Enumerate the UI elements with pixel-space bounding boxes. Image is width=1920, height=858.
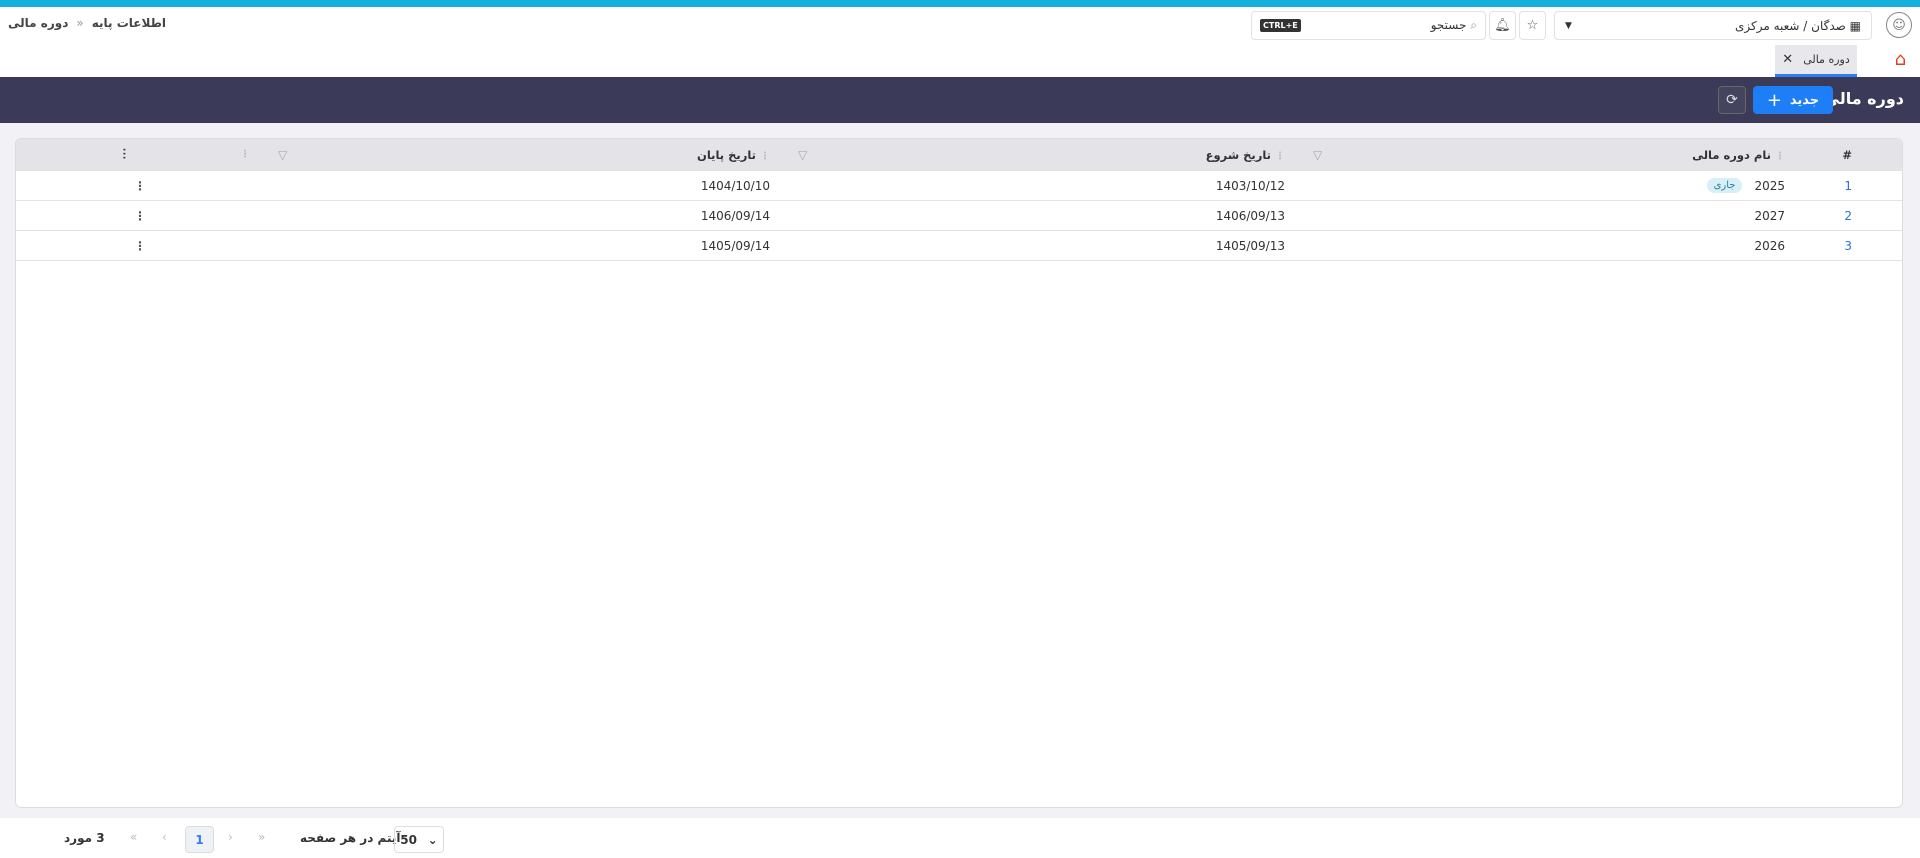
branch-selector[interactable]: ▦ صدگان / شعبه مرکزی ▼ bbox=[1554, 11, 1872, 40]
search-input[interactable]: ⌕ جستجو CTRL+E bbox=[1251, 11, 1486, 40]
new-button-label: جدید bbox=[1789, 92, 1820, 108]
data-table: # ⋮نام دوره مالی ▽ ⋮تاریخ شروع ▽ ⋮تاریخ پا… bbox=[15, 138, 1903, 808]
page-title: دوره مالی bbox=[1823, 89, 1905, 108]
fiscal-period-name: 2027 bbox=[1754, 208, 1785, 223]
table-header: # ⋮نام دوره مالی ▽ ⋮تاریخ شروع ▽ ⋮تاریخ پا… bbox=[16, 139, 1902, 171]
column-header-actions: ⋮ ⫶ bbox=[122, 146, 251, 163]
end-date: 1406/09/14 bbox=[700, 208, 770, 223]
row-actions-menu-icon[interactable]: ⋮ bbox=[16, 201, 264, 230]
home-icon[interactable]: ⌂ bbox=[1895, 49, 1906, 70]
tab-fiscal-period[interactable]: دوره مالی ✕ bbox=[1775, 45, 1857, 77]
notifications-button[interactable]: 🔔︎ bbox=[1489, 11, 1516, 40]
start-date: 1405/09/13 bbox=[1215, 238, 1285, 253]
fiscal-period-name: 2025 جاری bbox=[1299, 171, 1799, 200]
row-actions-menu-icon[interactable]: ⋮ bbox=[16, 171, 264, 200]
breadcrumb-item[interactable]: اطلاعات پایه bbox=[92, 16, 166, 30]
current-badge: جاری bbox=[1706, 178, 1743, 193]
branch-label: صدگان / شعبه مرکزی bbox=[1734, 18, 1846, 33]
page-1-button[interactable]: 1 bbox=[185, 826, 214, 853]
last-page-icon[interactable]: » bbox=[258, 830, 265, 844]
chevron-down-icon: ⌄ bbox=[427, 832, 438, 847]
row-number[interactable]: 1 bbox=[1799, 171, 1902, 200]
chevron-down-icon: ▼ bbox=[1565, 20, 1572, 31]
user-avatar-icon[interactable]: ☺ bbox=[1886, 12, 1912, 38]
breadcrumb: اطلاعات پایه « دوره مالی bbox=[8, 16, 166, 30]
column-header-name[interactable]: ⋮نام دوره مالی ▽ bbox=[1299, 139, 1799, 170]
row-actions-menu-icon[interactable]: ⋮ bbox=[16, 231, 264, 260]
refresh-icon: ⟳ bbox=[1726, 92, 1738, 108]
first-page-icon[interactable]: « bbox=[130, 830, 137, 844]
shortcut-badge: CTRL+E bbox=[1260, 19, 1301, 32]
row-number[interactable]: 2 bbox=[1799, 201, 1902, 230]
fiscal-period-name: 2026 bbox=[1754, 238, 1785, 253]
breadcrumb-separator: « bbox=[76, 16, 84, 30]
plus-icon: + bbox=[1766, 89, 1782, 111]
table-row[interactable]: 3 2026 1405/09/13 1405/09/14 ⋮ bbox=[16, 231, 1902, 261]
app-header: اطلاعات پایه « دوره مالی ☺ ▦ صدگان / شعب… bbox=[0, 7, 1920, 43]
new-button[interactable]: جدید + bbox=[1753, 86, 1833, 114]
building-icon: ▦ bbox=[1849, 18, 1861, 33]
end-date: 1405/09/14 bbox=[700, 238, 770, 253]
column-header-end[interactable]: ⋮تاریخ پایان ▽ bbox=[264, 139, 784, 170]
start-date: 1403/10/12 bbox=[1215, 178, 1285, 193]
table-row[interactable]: 1 2025 جاری 1403/10/12 1404/10/10 ⋮ bbox=[16, 171, 1902, 201]
tab-bar: ⌂ دوره مالی ✕ bbox=[0, 43, 1920, 77]
page-title-bar: دوره مالی جدید + ⟳ bbox=[0, 77, 1920, 123]
column-settings-icon[interactable]: ⫶ bbox=[123, 147, 127, 163]
total-count: 3 مورد bbox=[64, 831, 105, 845]
column-header-start[interactable]: ⋮تاریخ شروع ▽ bbox=[784, 139, 1299, 170]
per-page-label: آیتم در هر صفحه bbox=[300, 831, 401, 845]
filter-icon[interactable]: ▽ bbox=[1313, 148, 1322, 162]
search-placeholder: جستجو bbox=[1430, 18, 1467, 32]
per-page-select[interactable]: 50 ⌄ bbox=[394, 826, 444, 853]
prev-page-icon[interactable]: ‹ bbox=[162, 830, 167, 844]
tab-label: دوره مالی bbox=[1803, 53, 1850, 66]
start-date: 1406/09/13 bbox=[1215, 208, 1285, 223]
close-icon[interactable]: ✕ bbox=[1782, 52, 1793, 67]
refresh-button[interactable]: ⟳ bbox=[1718, 86, 1746, 114]
breadcrumb-item[interactable]: دوره مالی bbox=[8, 16, 68, 30]
star-icon: ☆ bbox=[1526, 18, 1539, 33]
pagination-bar: 3 مورد « ‹ 1 › » آیتم در هر صفحه 50 ⌄ bbox=[0, 818, 1920, 858]
search-icon: ⌕ bbox=[1470, 18, 1477, 32]
column-header-number[interactable]: # bbox=[1799, 139, 1902, 170]
filter-icon[interactable]: ▽ bbox=[798, 148, 807, 162]
filter-icon[interactable]: ▽ bbox=[278, 148, 287, 162]
favorites-button[interactable]: ☆ bbox=[1519, 11, 1546, 40]
table-row[interactable]: 2 2027 1406/09/13 1406/09/14 ⋮ bbox=[16, 201, 1902, 231]
bell-icon: 🔔︎ bbox=[1494, 18, 1511, 33]
next-page-icon[interactable]: › bbox=[228, 830, 233, 844]
row-number[interactable]: 3 bbox=[1799, 231, 1902, 260]
top-accent-bar bbox=[0, 0, 1920, 7]
end-date: 1404/10/10 bbox=[700, 178, 770, 193]
